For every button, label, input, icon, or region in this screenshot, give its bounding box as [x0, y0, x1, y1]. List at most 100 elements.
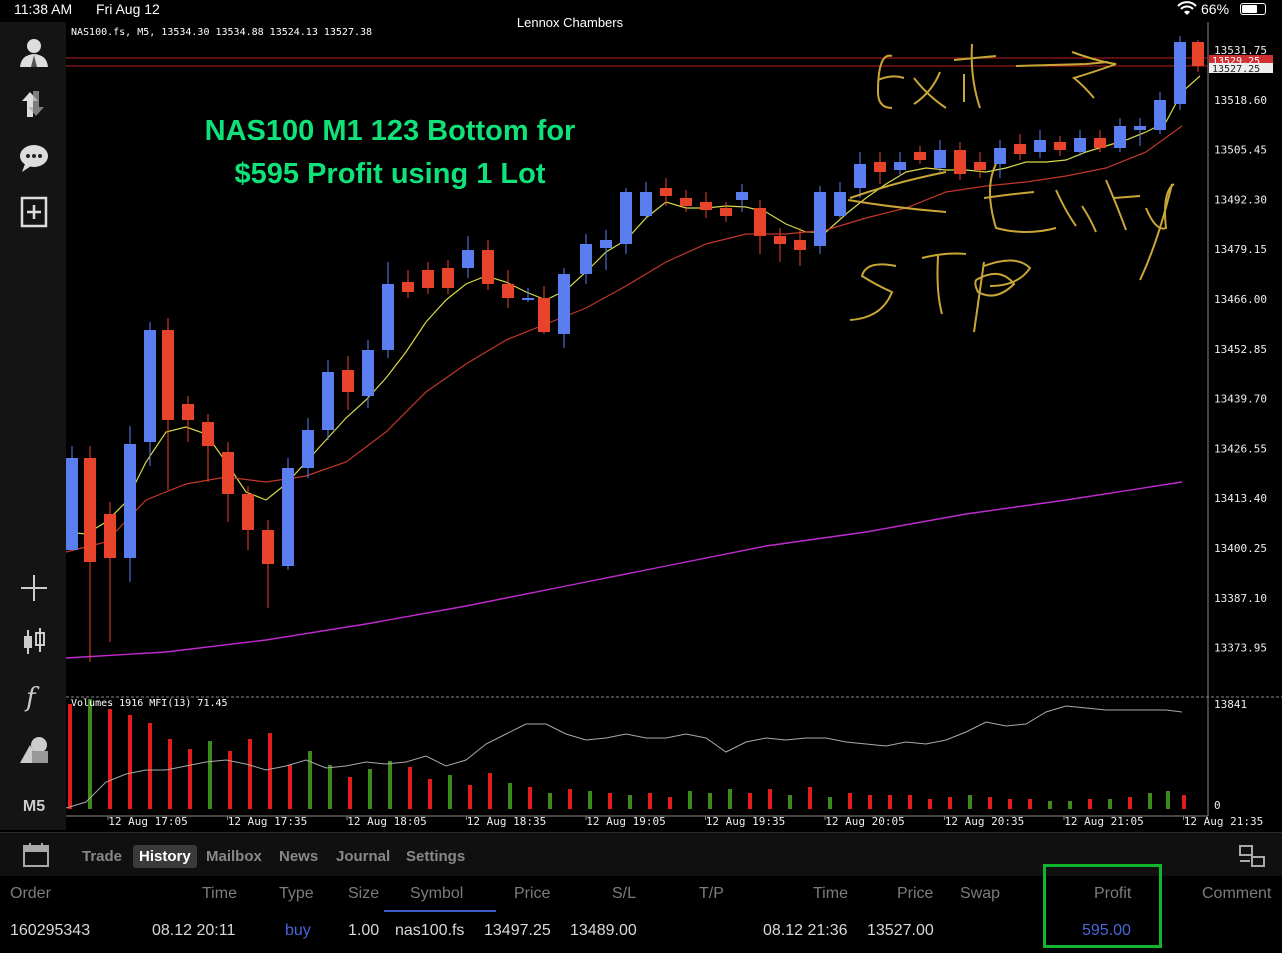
candle-body [222, 452, 234, 494]
objects-icon[interactable] [14, 730, 54, 770]
calendar-icon[interactable] [22, 842, 50, 868]
volume-bar [148, 723, 152, 809]
chart-headline: NAS100 M1 123 Bottom for $595 Profit usi… [170, 110, 610, 196]
candle-body [1154, 100, 1166, 130]
volume-bar [1008, 799, 1012, 809]
function-icon[interactable]: f [14, 676, 54, 716]
volume-bar [848, 793, 852, 809]
price-tick-label: 13479.15 [1214, 243, 1267, 256]
tab-history[interactable]: History [133, 845, 197, 868]
price-tick-label: 13439.70 [1214, 393, 1267, 406]
volume-bar [1088, 799, 1092, 809]
volume-bar [588, 791, 592, 809]
candle-body [736, 192, 748, 200]
crosshair-icon[interactable] [14, 568, 54, 608]
col-symbol[interactable]: Symbol [410, 885, 463, 903]
mfi-line [66, 705, 1183, 809]
col-time[interactable]: Time [202, 885, 237, 903]
volume-bar [468, 785, 472, 809]
account-icon[interactable] [14, 32, 54, 72]
volume-bar [408, 767, 412, 809]
candle-body [342, 370, 354, 392]
candle-body [874, 162, 886, 172]
volume-bar [908, 795, 912, 809]
volume-bar [568, 789, 572, 809]
time-tick-label: 12 Aug 21:35 [1184, 815, 1263, 828]
candle-body [934, 150, 946, 168]
chat-icon[interactable] [14, 138, 54, 178]
candle-body [382, 284, 394, 350]
price-tick-label: 13452.85 [1214, 343, 1267, 356]
volume-bar [388, 761, 392, 809]
candle-body [680, 198, 692, 206]
candle-body [640, 192, 652, 216]
trade-arrows-icon[interactable] [14, 84, 54, 124]
col-close-price[interactable]: Price [897, 885, 933, 903]
price-tag-label: 13527.25 [1212, 64, 1260, 75]
candle-body [104, 514, 116, 558]
volume-bar [128, 715, 132, 809]
col-comment[interactable]: Comment [1202, 885, 1271, 903]
col-size[interactable]: Size [348, 885, 379, 903]
candle-type-icon[interactable] [14, 622, 54, 662]
price-tick-label: 13466.00 [1214, 293, 1267, 306]
volume-bar [1166, 791, 1170, 809]
tab-mailbox[interactable]: Mailbox [206, 848, 262, 865]
time-tick-label: 12 Aug 17:05 [108, 815, 187, 828]
volume-bar [288, 765, 292, 809]
profit-highlight-box [1043, 864, 1162, 948]
cell-open-time: 08.12 20:11 [152, 922, 236, 939]
candle-body [1034, 140, 1046, 152]
split-view-icon[interactable] [1238, 843, 1266, 869]
tab-news[interactable]: News [279, 848, 318, 865]
col-sl[interactable]: S/L [612, 885, 636, 903]
price-tick-label: 13400.25 [1214, 542, 1267, 555]
candle-body [1114, 126, 1126, 148]
cell-symbol: nas100.fs [395, 922, 465, 939]
new-document-icon[interactable] [14, 192, 54, 232]
col-price[interactable]: Price [514, 885, 550, 903]
tab-settings[interactable]: Settings [406, 848, 465, 865]
tab-trade[interactable]: Trade [82, 848, 122, 865]
candle-body [538, 298, 550, 332]
volume-bar [348, 777, 352, 809]
volume-bar [688, 791, 692, 809]
col-type[interactable]: Type [279, 885, 314, 903]
volume-bar [228, 751, 232, 809]
status-bar: 11:38 AM Fri Aug 12 Lennox Chambers 66% [0, 0, 1282, 30]
volume-bar [68, 704, 72, 809]
candle-body [242, 494, 254, 530]
price-chart[interactable]: 13531.75 13518.60 13505.45 13492.30 13479.15… [66, 22, 1282, 832]
volume-bar [748, 793, 752, 809]
long-moving-average-line [66, 481, 1183, 659]
candle-body [700, 202, 712, 210]
price-tick-label: 13413.40 [1214, 492, 1267, 505]
col-close-time[interactable]: Time [813, 885, 848, 903]
candle-body [600, 240, 612, 248]
candle-body [362, 350, 374, 396]
price-tick-label: 13505.45 [1214, 144, 1267, 157]
volume-bar [628, 795, 632, 809]
candle-body [144, 330, 156, 442]
volume-bar [728, 789, 732, 809]
candle-body [522, 298, 534, 300]
col-order[interactable]: Order [10, 885, 51, 903]
candle-body [482, 250, 494, 284]
volume-bar [868, 795, 872, 809]
col-swap[interactable]: Swap [960, 885, 1000, 903]
tab-journal[interactable]: Journal [336, 848, 390, 865]
cell-open-price: 13497.25 [484, 922, 551, 939]
candle-body [182, 404, 194, 420]
timeframe-button[interactable]: M5 [14, 798, 54, 816]
candle-body [854, 164, 866, 188]
candle-body [124, 444, 136, 558]
volume-bar [1128, 797, 1132, 809]
col-tp[interactable]: T/P [699, 885, 724, 903]
candle-body [262, 530, 274, 564]
entry-annotation [847, 163, 1175, 281]
time-tick-label: 12 Aug 21:05 [1064, 815, 1143, 828]
svg-text:f: f [24, 683, 40, 713]
price-tick-label: 13492.30 [1214, 193, 1267, 206]
volume-bar [168, 739, 172, 809]
volume-bar [328, 765, 332, 809]
